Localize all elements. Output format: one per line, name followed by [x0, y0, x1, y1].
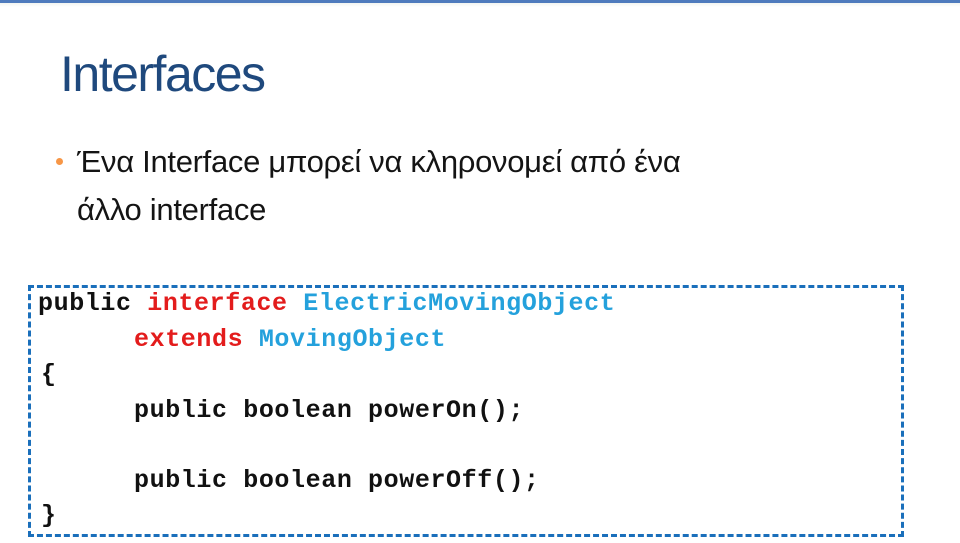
code-keyword-extends: extends: [134, 325, 244, 354]
code-close-brace: }: [41, 501, 57, 530]
top-accent-bar-shadow: [0, 3, 960, 7]
code-method-power-on: public boolean powerOn();: [134, 396, 525, 425]
slide-title: Interfaces: [60, 46, 266, 102]
code-line-extends: extends MovingObject: [134, 325, 446, 355]
code-keyword-interface: interface: [147, 289, 288, 318]
bullet-text-line-1: Ένα Interface μπορεί να κληρονομεί από έ…: [77, 144, 681, 179]
code-method-power-off: public boolean powerOff();: [134, 466, 540, 495]
bullet-text-line-2: άλλο interface: [77, 192, 267, 227]
code-block: public interface ElectricMovingObject ex…: [28, 285, 904, 537]
code-parent-type-name: MovingObject: [258, 325, 447, 354]
bullet-text: Ένα Interface μπορεί να κληρονομεί από έ…: [77, 138, 857, 234]
code-line-declaration: public interface ElectricMovingObject: [38, 289, 615, 319]
code-open-brace: {: [41, 360, 57, 389]
code-type-name: ElectricMovingObject: [303, 289, 616, 318]
bullet-dot-icon: [56, 158, 63, 165]
code-modifier: public: [38, 289, 132, 318]
